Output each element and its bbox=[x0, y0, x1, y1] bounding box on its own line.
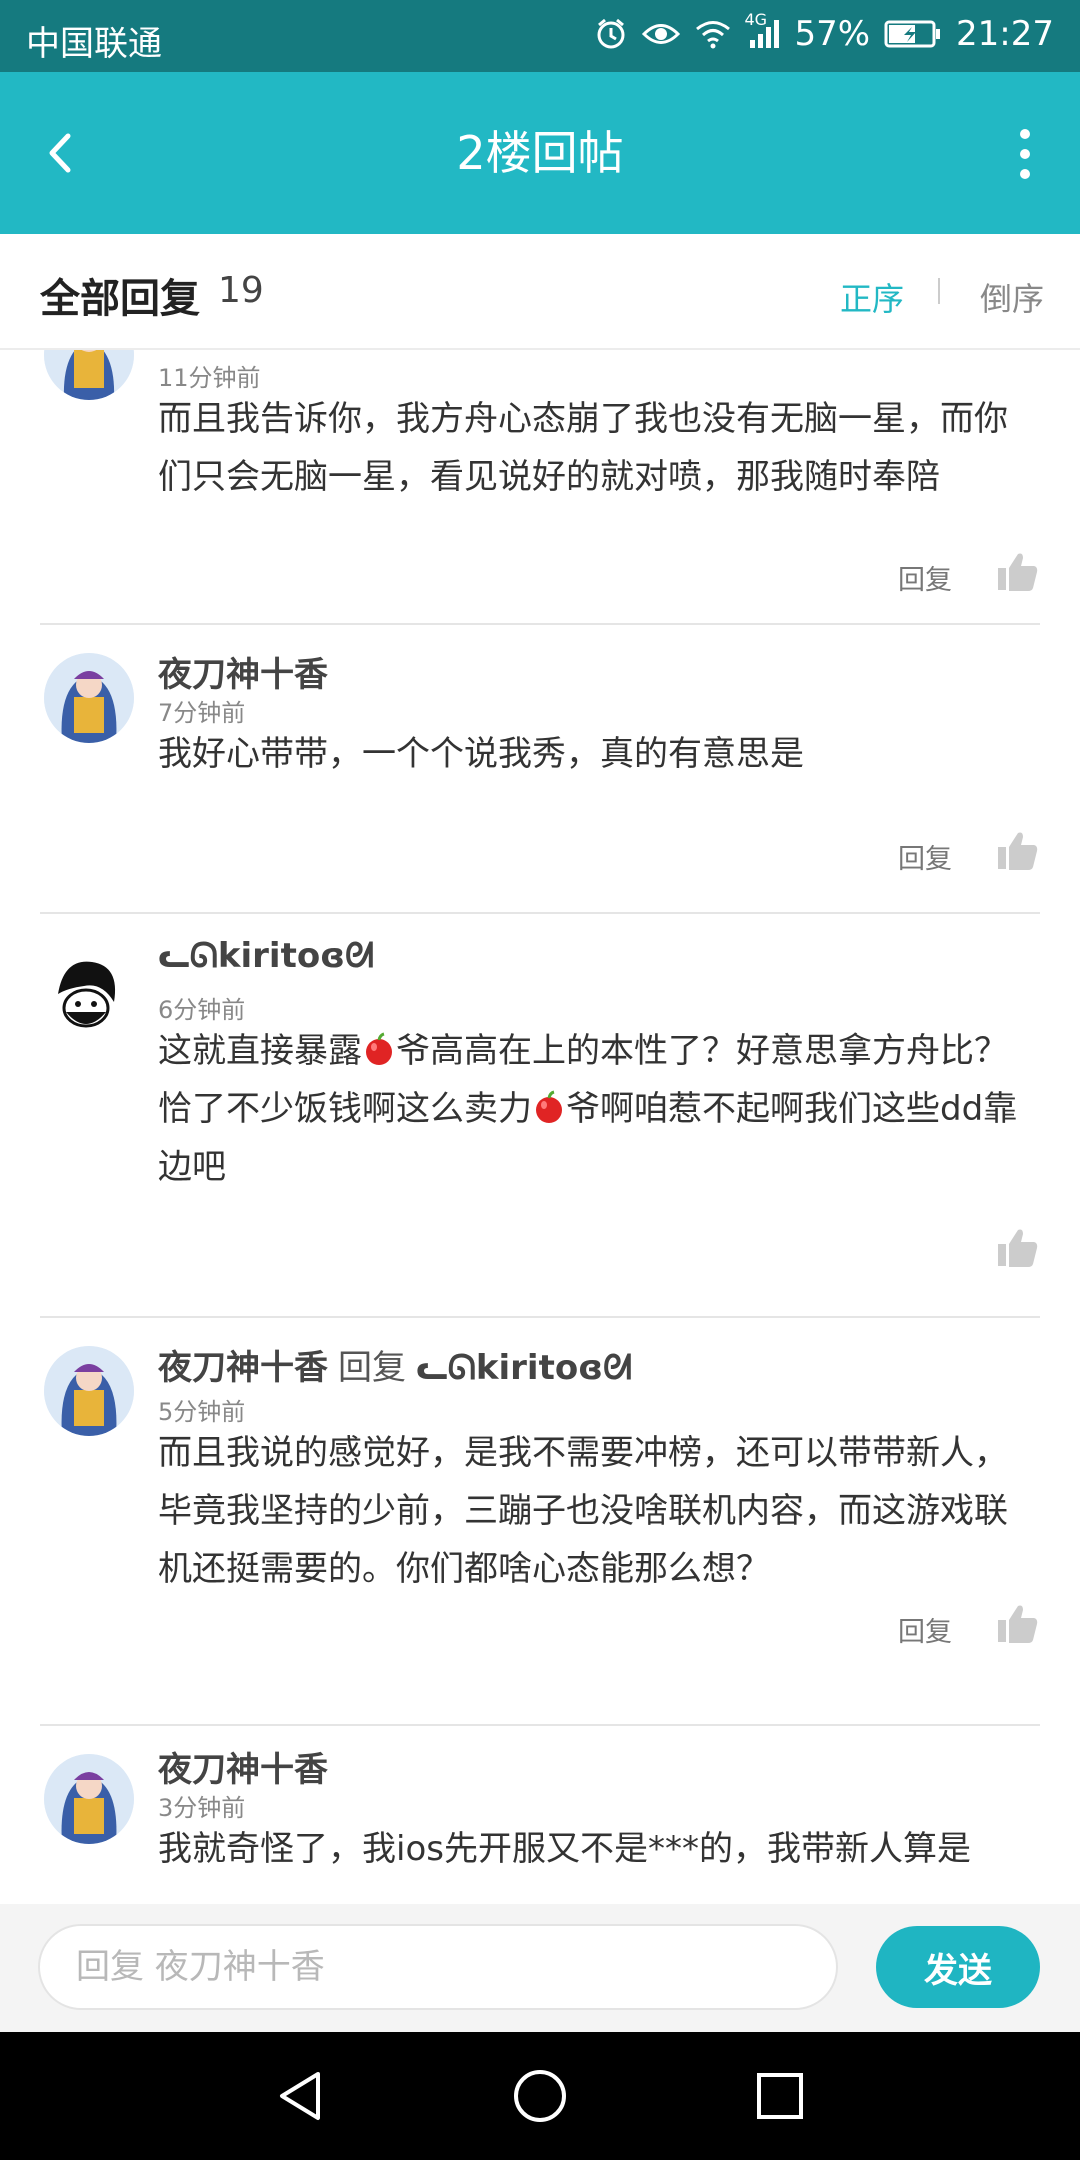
sort-divider bbox=[938, 278, 940, 304]
comment-body: 这就直接暴露 爷高高在上的本性了？好意思拿方舟比？恰了不少饭钱啊这么卖力 爷啊咱惹不… bbox=[158, 1022, 1038, 1196]
like-button[interactable] bbox=[996, 550, 1040, 594]
eye-comfort-icon bbox=[642, 19, 681, 49]
thumbs-up-icon bbox=[998, 1229, 1038, 1267]
comment-divider bbox=[40, 623, 1040, 625]
reply-button[interactable]: 回复 bbox=[898, 837, 952, 876]
nav-back-button[interactable] bbox=[270, 2066, 330, 2126]
comment-time: 11分钟前 bbox=[158, 364, 261, 392]
more-button[interactable] bbox=[1010, 124, 1040, 184]
avatar[interactable] bbox=[44, 653, 134, 743]
comment-body: 我好心带带，一个个说我秀，真的有意思是 bbox=[158, 734, 804, 774]
comment-time: 3分钟前 bbox=[158, 1794, 246, 1822]
comment-body: 而且我说的感觉好，是我不需要冲榜，还可以带带新人，毕竟我坚持的少前，三蹦子也没啥… bbox=[158, 1433, 1008, 1589]
like-button[interactable] bbox=[996, 829, 1040, 873]
comment-divider bbox=[40, 1316, 1040, 1318]
comment-author[interactable]: ᓚᘏkiritoɞᘛ bbox=[158, 936, 374, 976]
comment-body: 而且我告诉你，我方舟心态崩了我也没有无脑一星，而你们只会无脑一星，看见说好的就对… bbox=[158, 399, 1008, 497]
sort-descending-tab[interactable]: 倒序 bbox=[980, 274, 1044, 320]
system-nav-bar bbox=[0, 2032, 1080, 2160]
send-button[interactable]: 发送 bbox=[876, 1926, 1040, 2008]
reply-target-name[interactable]: ᓚᘏkiritoɞᘛ bbox=[416, 1348, 632, 1388]
comment-author[interactable]: 夜刀神十香 bbox=[158, 1742, 328, 1791]
avatar[interactable] bbox=[44, 952, 134, 1042]
comment-body: 我就奇怪了，我ios先开服又不是***的，我带新人算是 bbox=[158, 1829, 971, 1869]
status-bar: 中国联通 4G 57% 21:27 bbox=[0, 0, 1080, 72]
comment-list: 11分钟前 而且我告诉你，我方舟心态崩了我也没有无脑一星，而你们只会无脑一星，看… bbox=[0, 350, 1080, 1904]
carrier-label: 中国联通 bbox=[26, 24, 162, 64]
triangle-back-icon bbox=[280, 2072, 320, 2120]
comment-time: 6分钟前 bbox=[158, 996, 246, 1024]
reply-input[interactable] bbox=[38, 1924, 838, 2010]
more-vertical-icon bbox=[1020, 129, 1030, 179]
comment-author: 夜刀神十香 回复 ᓚᘏkiritoɞᘛ bbox=[158, 1340, 632, 1389]
nav-recents-button[interactable] bbox=[750, 2066, 810, 2126]
avatar[interactable] bbox=[44, 1346, 134, 1436]
app-header: 2楼回帖 bbox=[0, 72, 1080, 234]
alarm-icon bbox=[594, 17, 628, 51]
square-recents-icon bbox=[757, 2073, 803, 2119]
replies-count: 19 bbox=[218, 270, 264, 311]
battery-icon bbox=[884, 19, 942, 49]
network-type-label: 4G bbox=[744, 10, 768, 29]
reply-word: 回复 bbox=[338, 1348, 406, 1388]
nav-home-button[interactable] bbox=[510, 2066, 570, 2126]
apple-emoji-icon bbox=[532, 1084, 566, 1123]
thumbs-up-icon bbox=[998, 553, 1038, 591]
replies-title: 全部回复 bbox=[40, 276, 200, 322]
comment-divider bbox=[40, 912, 1040, 914]
reply-button[interactable]: 回复 bbox=[898, 1610, 952, 1649]
comment-divider bbox=[40, 1724, 1040, 1726]
signal-icon: 4G bbox=[744, 10, 780, 50]
like-button[interactable] bbox=[996, 1602, 1040, 1646]
reply-button[interactable]: 回复 bbox=[898, 558, 952, 597]
page-title: 2楼回帖 bbox=[456, 126, 624, 180]
comment-author[interactable]: 夜刀神十香 bbox=[158, 647, 328, 696]
sort-ascending-tab[interactable]: 正序 bbox=[840, 274, 904, 320]
thumbs-up-icon bbox=[998, 1605, 1038, 1643]
comment-time: 7分钟前 bbox=[158, 699, 246, 727]
apple-emoji-icon bbox=[362, 1026, 396, 1065]
comment-time: 5分钟前 bbox=[158, 1398, 246, 1426]
wifi-icon bbox=[694, 19, 732, 49]
battery-percent: 57% bbox=[794, 14, 871, 54]
comment-text-segment: 这就直接暴露 bbox=[158, 1031, 362, 1071]
avatar[interactable] bbox=[44, 1754, 134, 1844]
thumbs-up-icon bbox=[998, 832, 1038, 870]
clock: 21:27 bbox=[956, 14, 1054, 54]
like-button[interactable] bbox=[996, 1226, 1040, 1270]
replies-header: 全部回复 19 正序 倒序 bbox=[0, 234, 1080, 350]
author-name[interactable]: 夜刀神十香 bbox=[158, 1348, 328, 1388]
avatar[interactable] bbox=[44, 350, 134, 400]
circle-home-icon bbox=[514, 2070, 566, 2122]
reply-input-bar: 发送 bbox=[0, 1904, 1080, 2032]
